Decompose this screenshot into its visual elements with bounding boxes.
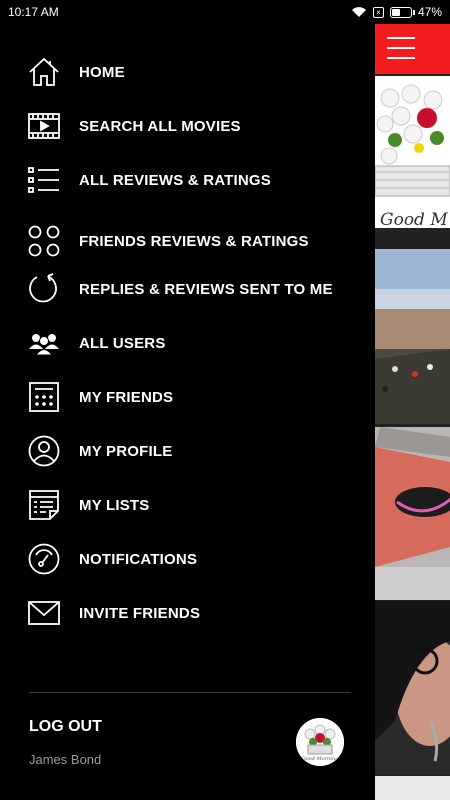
- menu-item-invite-friends[interactable]: INVITE FRIENDS: [28, 591, 358, 635]
- feed-tile[interactable]: [375, 249, 450, 424]
- flower-basket-image: [375, 76, 450, 228]
- menu-label: MY LISTS: [79, 496, 150, 514]
- feed-tile[interactable]: [375, 427, 450, 600]
- calculator-icon: [28, 381, 60, 413]
- battery-percent: 47%: [417, 5, 442, 19]
- menu-label: FRIENDS REVIEWS & RATINGS: [79, 232, 309, 250]
- gauge-icon: [28, 543, 60, 575]
- menu-divider: [29, 692, 351, 693]
- logout-button[interactable]: LOG OUT: [29, 718, 102, 736]
- menu-label: NOTIFICATIONS: [79, 550, 198, 568]
- avatar[interactable]: Good Morning: [296, 718, 344, 766]
- notes-icon: [28, 489, 60, 521]
- menu-item-friends-reviews-ratings[interactable]: FRIENDS REVIEWS & RATINGS: [28, 219, 358, 263]
- wifi-icon: [351, 7, 366, 17]
- status-time: 10:17 AM: [8, 5, 59, 19]
- sim-icon: ×: [372, 6, 384, 18]
- menu-item-all-users[interactable]: ALL USERS: [28, 321, 358, 365]
- menu-label: SEARCH ALL MOVIES: [79, 117, 241, 135]
- menu-item-home[interactable]: HOME: [28, 50, 358, 94]
- canyon-photo: [375, 249, 450, 424]
- menu-item-all-reviews-ratings[interactable]: ALL REVIEWS & RATINGS: [28, 158, 358, 202]
- main-content: Good M: [375, 24, 450, 800]
- menu-item-search-all-movies[interactable]: SEARCH ALL MOVIES: [28, 104, 358, 148]
- menu-label: ALL USERS: [79, 334, 166, 352]
- feed-tile[interactable]: [375, 601, 450, 775]
- menu-item-notifications[interactable]: NOTIFICATIONS: [28, 537, 358, 581]
- mouse-photo: [375, 427, 450, 600]
- battery-icon: [389, 6, 415, 18]
- home-icon: [28, 56, 60, 88]
- menu-label: ALL REVIEWS & RATINGS: [79, 171, 271, 189]
- svg-text:Good Morning: Good Morning: [302, 756, 339, 762]
- menu-label: MY FRIENDS: [79, 388, 174, 406]
- list-icon: [28, 164, 60, 196]
- menu-item-my-profile[interactable]: MY PROFILE: [28, 429, 358, 473]
- status-icons: × 47%: [351, 5, 442, 19]
- hamburger-menu-icon[interactable]: [387, 37, 415, 61]
- envelope-icon: [28, 597, 60, 629]
- menu-label: REPLIES & REVIEWS SENT TO ME: [79, 280, 333, 298]
- feed-tile[interactable]: [375, 776, 450, 800]
- four-circles-icon: [28, 225, 60, 257]
- portrait-photo: [375, 601, 450, 775]
- navigation-drawer: HOME SEARCH ALL MOVIES ALL REVIEWS & RAT…: [0, 24, 375, 800]
- menu-item-replies-reviews[interactable]: REPLIES & REVIEWS SENT TO ME: [28, 267, 358, 311]
- menu-item-my-lists[interactable]: MY LISTS: [28, 483, 358, 527]
- user-circle-icon: [28, 435, 60, 467]
- menu-label: INVITE FRIENDS: [79, 604, 201, 622]
- status-bar: 10:17 AM × 47%: [0, 0, 450, 24]
- username: James Bond: [29, 752, 102, 767]
- menu-label: MY PROFILE: [79, 442, 173, 460]
- feed-tile[interactable]: [375, 76, 450, 228]
- menu-label: HOME: [79, 63, 125, 81]
- app-bar: [375, 24, 450, 74]
- flower-basket-image: Good Morning: [296, 718, 344, 766]
- film-icon: [28, 110, 60, 142]
- tile-caption: Good M: [380, 210, 448, 230]
- refresh-icon: [28, 273, 60, 305]
- users-icon: [28, 327, 60, 359]
- menu-item-my-friends[interactable]: MY FRIENDS: [28, 375, 358, 419]
